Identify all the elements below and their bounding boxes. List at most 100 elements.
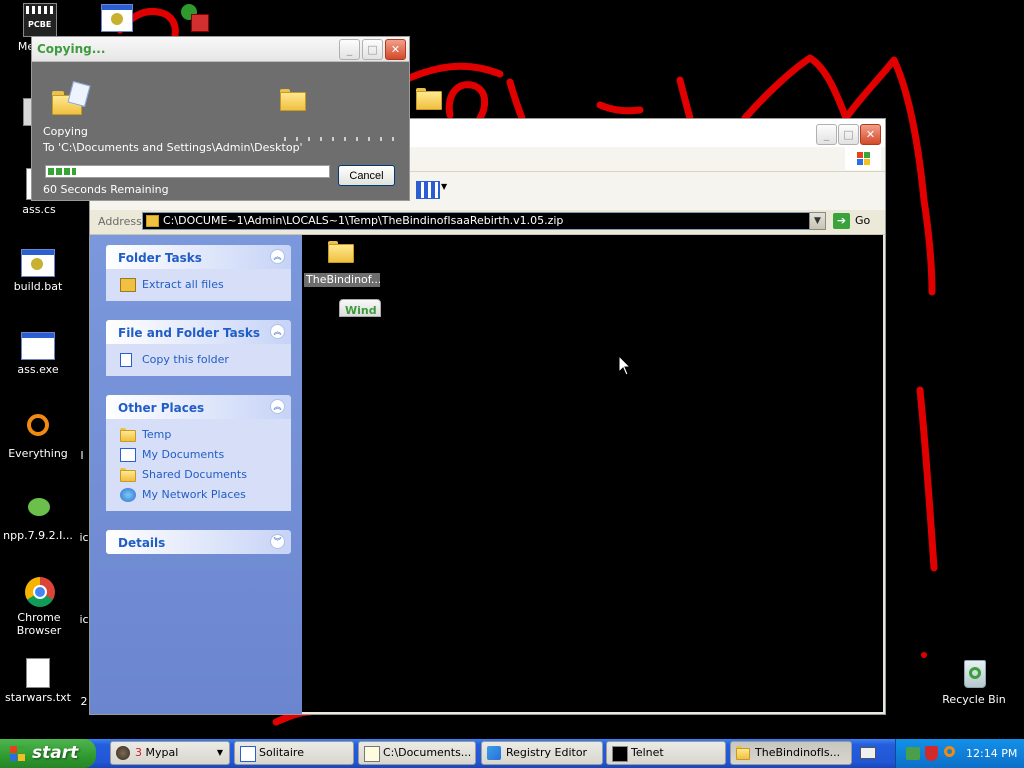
taskbar-button-notepad[interactable]: C:\Documents... [358,741,476,765]
windows-flag-icon [845,147,881,170]
taskbar-button-label: Telnet [631,746,664,759]
go-arrow-icon: ➔ [833,213,850,229]
taskbar-button-registry-editor[interactable]: Registry Editor [481,741,603,765]
panel-header[interactable]: Other Places ︽ [106,395,291,419]
collapse-chevron-icon[interactable]: ︽ [270,399,285,414]
file-and-folder-tasks-panel: File and Folder Tasks ︽ Copy this folder [106,320,291,376]
desktop-icon-label: ass.cs [22,203,56,216]
collapse-chevron-icon[interactable]: ︽ [270,249,285,264]
address-dropdown-button[interactable]: ▼ [809,212,826,230]
taskbar-button-label: Mypal [145,746,179,759]
go-label: Go [855,214,871,227]
place-temp[interactable]: Temp [106,425,291,445]
text-file-icon [26,658,50,688]
task-label: Copy this folder [142,353,229,366]
taskbar-button-telnet[interactable]: Telnet [606,741,726,765]
close-button[interactable]: ✕ [385,39,406,60]
task-extract-all-files[interactable]: Extract all files [106,275,291,295]
address-label: Address [98,215,142,228]
copy-status: Copying [43,125,88,138]
cancel-button[interactable]: Cancel [338,165,395,186]
place-my-documents[interactable]: My Documents [106,445,291,465]
mypal-icon [116,746,130,760]
system-tray: 12:14 PM [895,739,1024,768]
exe-file-icon [21,332,55,360]
network-places-icon [120,488,136,502]
other-places-panel: Other Places ︽ Temp My Documents Shared … [106,395,291,511]
close-button[interactable]: ✕ [860,124,881,145]
start-label: start [32,743,79,763]
copy-destination: To 'C:\Documents and Settings\Admin\Desk… [43,141,303,154]
panel-body: Temp My Documents Shared Documents My Ne… [106,419,291,511]
desktop-icon-label: Recycle Bin [942,693,1006,706]
progress-fill [48,168,76,175]
minimize-button[interactable]: _ [339,39,360,60]
address-input[interactable]: C:\DOCUME~1\Admin\LOCALS~1\Temp\TheBindi… [142,212,826,230]
panel-body: Extract all files [106,269,291,301]
extract-icon [120,278,136,292]
views-button[interactable]: ▼ [416,179,450,201]
maximize-button[interactable]: □ [362,39,383,60]
game-shortcut-icon[interactable] [181,4,209,32]
go-button[interactable]: ➔ Go [833,212,870,230]
desktop-icon-npp[interactable]: npp.7.9.2.I... [0,494,76,542]
taskbar-button-solitaire[interactable]: Solitaire [234,741,354,765]
destination-folder-icon [280,89,306,111]
place-label: My Network Places [142,488,246,501]
taskbar-button-explorer[interactable]: TheBindinofIs... [730,741,852,765]
panel-title: Folder Tasks [118,251,202,265]
views-icon [416,181,440,199]
clock: 12:14 PM [966,747,1018,760]
search-icon[interactable] [944,746,955,757]
batch-file-icon[interactable] [101,4,133,32]
desktop-icon-recycle-bin[interactable]: Recycle Bin [936,658,1012,706]
security-shield-icon[interactable] [925,746,938,761]
copy-icon [120,353,132,367]
collapse-chevron-icon[interactable]: ︽ [270,324,285,339]
desktop-icon-everything[interactable]: Everything [0,412,76,460]
console-icon [612,746,628,762]
place-label: Shared Documents [142,468,247,481]
solitaire-icon [240,746,256,762]
folder-item[interactable]: TheBindinof... [304,241,380,291]
taskbar-button-label: TheBindinofIs... [755,746,841,759]
taskbar-button-label: C:\Documents... [383,746,472,759]
desktop-icon-chrome[interactable]: Chrome Browser [1,576,77,637]
keyboard-icon[interactable] [860,747,876,759]
place-label: Temp [142,428,172,441]
folder-icon [120,428,136,442]
taskbar-button-label: Solitaire [259,746,304,759]
expand-chevron-icon[interactable]: ︾ [270,534,285,549]
address-value: C:\DOCUME~1\Admin\LOCALS~1\Temp\TheBindi… [163,214,564,227]
notepad-plus-plus-icon [22,494,54,526]
task-label: Extract all files [142,278,224,291]
desktop-icon-build-bat[interactable]: build.bat [0,249,76,293]
media-classic-icon: PCBE [23,3,57,37]
everything-search-icon [22,412,54,444]
zip-folder-icon [146,215,159,227]
recycle-bin-icon [958,658,990,690]
panel-header[interactable]: Folder Tasks ︽ [106,245,291,269]
network-icon[interactable] [906,747,920,760]
notepad-icon [364,746,380,762]
folder-contents-area[interactable]: TheBindinof... Wind [302,235,883,712]
chrome-icon [23,576,55,608]
dialog-titlebar[interactable]: Copying... _ □ ✕ [32,37,409,62]
place-my-network-places[interactable]: My Network Places [106,485,291,505]
folder-tasks-panel: Folder Tasks ︽ Extract all files [106,245,291,301]
panel-body: Copy this folder [106,344,291,376]
folder-icon [120,468,136,482]
minimize-button[interactable]: _ [816,124,837,145]
place-shared-documents[interactable]: Shared Documents [106,465,291,485]
folder-icon[interactable] [416,88,442,110]
task-pane: Folder Tasks ︽ Extract all files File an… [90,235,302,714]
task-copy-this-folder[interactable]: Copy this folder [106,350,291,370]
desktop-icon-starwars[interactable]: starwars.txt [0,658,76,704]
taskbar-button-mypal[interactable]: 3 Mypal ▼ [110,741,230,765]
panel-header[interactable]: File and Folder Tasks ︽ [106,320,291,344]
panel-header[interactable]: Details ︾ [106,530,291,554]
start-button[interactable]: start [0,739,96,768]
maximize-button[interactable]: □ [838,124,859,145]
chevron-down-icon: ▼ [441,182,448,191]
desktop-icon-ass-exe[interactable]: ass.exe [0,332,76,376]
